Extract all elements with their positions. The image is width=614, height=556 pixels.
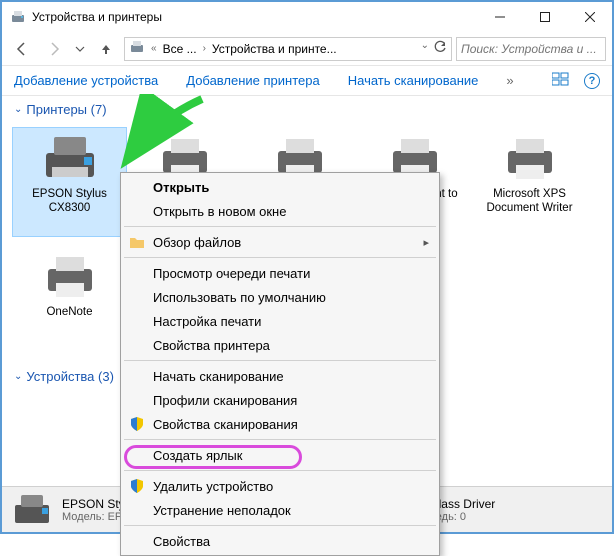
breadcrumb-seg-devices[interactable]: Устройства и принте... [212, 42, 337, 56]
device-label: Microsoft XPS Document Writer [476, 187, 583, 216]
titlebar: Устройства и принтеры [2, 2, 612, 32]
device-onenote[interactable]: OneNote [12, 245, 127, 355]
menu-separator [124, 525, 436, 526]
menu-start-scan[interactable]: Начать сканирование [123, 364, 437, 388]
breadcrumb-box[interactable]: « Все ... › Устройства и принте... ⌄ [124, 37, 452, 61]
add-device-link[interactable]: Добавление устройства [14, 73, 158, 88]
menu-separator [124, 470, 436, 471]
chevron-down-icon: ⌄ [14, 371, 22, 382]
folder-icon [129, 234, 145, 250]
help-icon[interactable]: ? [584, 73, 600, 89]
search-input[interactable] [461, 42, 601, 56]
start-scan-link[interactable]: Начать сканирование [348, 73, 479, 88]
chevron-right-icon: › [201, 43, 208, 54]
menu-properties[interactable]: Свойства [123, 529, 437, 553]
recent-dropdown[interactable] [72, 37, 88, 61]
menu-print-settings[interactable]: Настройка печати [123, 309, 437, 333]
submenu-arrow-icon: ▸ [423, 236, 429, 249]
menu-remove-device[interactable]: Удалить устройство [123, 474, 437, 498]
window-title: Устройства и принтеры [32, 10, 477, 24]
toolbar-overflow[interactable]: » [506, 73, 513, 88]
device-epson-cx8300[interactable]: EPSON Stylus CX8300 [12, 127, 127, 237]
menu-separator [124, 257, 436, 258]
group-count: (3) [98, 369, 114, 384]
forward-button[interactable] [40, 37, 68, 61]
device-ms-xps-writer[interactable]: Microsoft XPS Document Writer [472, 127, 587, 237]
menu-separator [124, 360, 436, 361]
menu-separator [124, 439, 436, 440]
address-bar: « Все ... › Устройства и принте... ⌄ [2, 32, 612, 66]
devices-printers-icon [10, 9, 26, 25]
view-mode-button[interactable] [552, 72, 570, 89]
location-icon [129, 39, 145, 58]
breadcrumb-seg-all[interactable]: Все ... [163, 42, 197, 56]
toolbar: Добавление устройства Добавление принтер… [2, 66, 612, 96]
status-device-icon [12, 493, 52, 527]
menu-separator [124, 226, 436, 227]
up-button[interactable] [92, 37, 120, 61]
group-count: (7) [91, 102, 107, 117]
printer-mfp-icon [40, 133, 100, 183]
menu-open[interactable]: Открыть [123, 175, 437, 199]
chevron-icon: « [149, 43, 159, 54]
device-label: EPSON Stylus CX8300 [16, 187, 123, 216]
menu-view-queue[interactable]: Просмотр очереди печати [123, 261, 437, 285]
menu-scan-profiles[interactable]: Профили сканирования [123, 388, 437, 412]
menu-troubleshoot[interactable]: Устранение неполадок [123, 498, 437, 522]
group-label: Принтеры [26, 102, 87, 117]
shield-icon [129, 478, 145, 494]
window-controls [477, 2, 612, 32]
printer-icon [40, 251, 100, 301]
refresh-icon[interactable] [433, 40, 447, 57]
group-header-printers[interactable]: ⌄ Принтеры (7) [2, 96, 612, 123]
minimize-button[interactable] [477, 2, 522, 32]
chevron-down-icon: ⌄ [14, 104, 22, 115]
close-button[interactable] [567, 2, 612, 32]
shield-icon [129, 416, 145, 432]
search-box[interactable] [456, 37, 606, 61]
back-button[interactable] [8, 37, 36, 61]
context-menu: Открыть Открыть в новом окне Обзор файло… [120, 172, 440, 556]
printer-icon [500, 133, 560, 183]
breadcrumb-dropdown[interactable]: ⌄ [419, 40, 431, 57]
group-label: Устройства [26, 369, 94, 384]
menu-browse-files[interactable]: Обзор файлов ▸ [123, 230, 437, 254]
menu-set-default[interactable]: Использовать по умолчанию [123, 285, 437, 309]
menu-create-shortcut[interactable]: Создать ярлык [123, 443, 437, 467]
menu-printer-properties[interactable]: Свойства принтера [123, 333, 437, 357]
device-label: OneNote [46, 305, 92, 319]
add-printer-link[interactable]: Добавление принтера [186, 73, 319, 88]
menu-scan-properties[interactable]: Свойства сканирования [123, 412, 437, 436]
maximize-button[interactable] [522, 2, 567, 32]
menu-open-new-window[interactable]: Открыть в новом окне [123, 199, 437, 223]
